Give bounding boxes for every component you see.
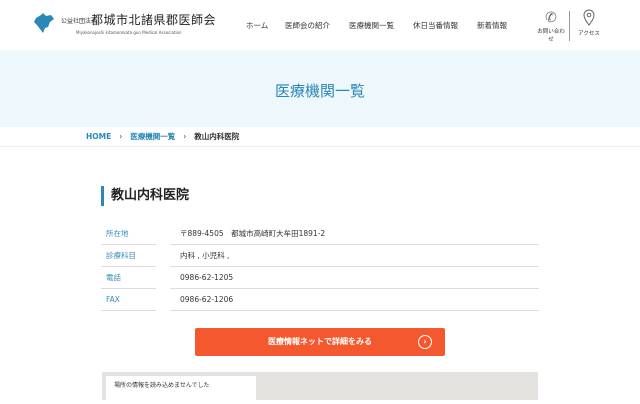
chevron-right-icon: › (119, 132, 123, 141)
map-pin-icon (583, 9, 595, 26)
page-title: 医療機関一覧 (274, 82, 365, 100)
row-value: 0986-62-1205 (170, 267, 539, 289)
row-value: 0986-62-1206 (170, 289, 539, 311)
contact-button[interactable]: ✆ お問い合わせ (537, 9, 565, 43)
access-button[interactable]: アクセス (575, 9, 603, 37)
logo-map-icon[interactable] (33, 12, 55, 34)
nav-about[interactable]: 医師会の紹介 (285, 20, 330, 31)
site-header: 公益社団法人 都城市北諸県郡医師会 Miyakonojoshi kitamoro… (0, 0, 640, 50)
row-label: 電話 (101, 267, 156, 289)
nav-news[interactable]: 新着情報 (477, 20, 507, 31)
map-embed[interactable]: 場所の情報を読み込めませんでした (102, 372, 538, 404)
nav-holiday[interactable]: 休日当番情報 (413, 20, 458, 31)
header-divider (569, 11, 570, 41)
clinic-name: 教山内科医院 (101, 186, 189, 206)
phone-icon: ✆ (545, 10, 557, 26)
divider (0, 146, 640, 147)
row-label: FAX (101, 289, 156, 311)
page-hero: 医療機関一覧 (0, 50, 640, 127)
org-name[interactable]: 都城市北諸県郡医師会 (91, 11, 216, 28)
table-row: 診療科目 内科 , 小児科 , (101, 245, 539, 267)
access-label: アクセス (578, 31, 600, 37)
clinic-info-table: 所在地 〒889-4505 都城市高崎町大牟田1891-2 診療科目 内科 , 小児… (101, 223, 539, 311)
org-name-en: Miyakonojoshi kitamorokata gun Medical A… (76, 30, 182, 35)
breadcrumb-current: 教山内科医院 (194, 132, 240, 141)
nav-home[interactable]: ホーム (246, 20, 268, 31)
chevron-circle-right-icon: › (418, 335, 432, 349)
row-label: 所在地 (101, 223, 156, 245)
row-value: 〒889-4505 都城市高崎町大牟田1891-2 (170, 223, 539, 245)
row-value: 内科 , 小児科 , (170, 245, 539, 267)
breadcrumb: HOME › 医療機関一覧 › 教山内科医院 (86, 131, 239, 142)
table-row: 電話 0986-62-1205 (101, 267, 539, 289)
table-row: 所在地 〒889-4505 都城市高崎町大牟田1891-2 (101, 223, 539, 245)
chevron-right-icon: › (183, 132, 187, 141)
table-row: FAX 0986-62-1206 (101, 289, 539, 311)
nav-clinics[interactable]: 医療機関一覧 (349, 20, 394, 31)
contact-label: お問い合わせ (537, 29, 565, 43)
button-label: 医療情報ネットで詳細をみる (268, 337, 372, 346)
breadcrumb-clinics[interactable]: 医療機関一覧 (130, 131, 175, 142)
breadcrumb-home[interactable]: HOME (86, 132, 111, 141)
medical-info-net-button[interactable]: 医療情報ネットで詳細をみる › (195, 328, 445, 356)
row-label: 診療科目 (101, 245, 156, 267)
